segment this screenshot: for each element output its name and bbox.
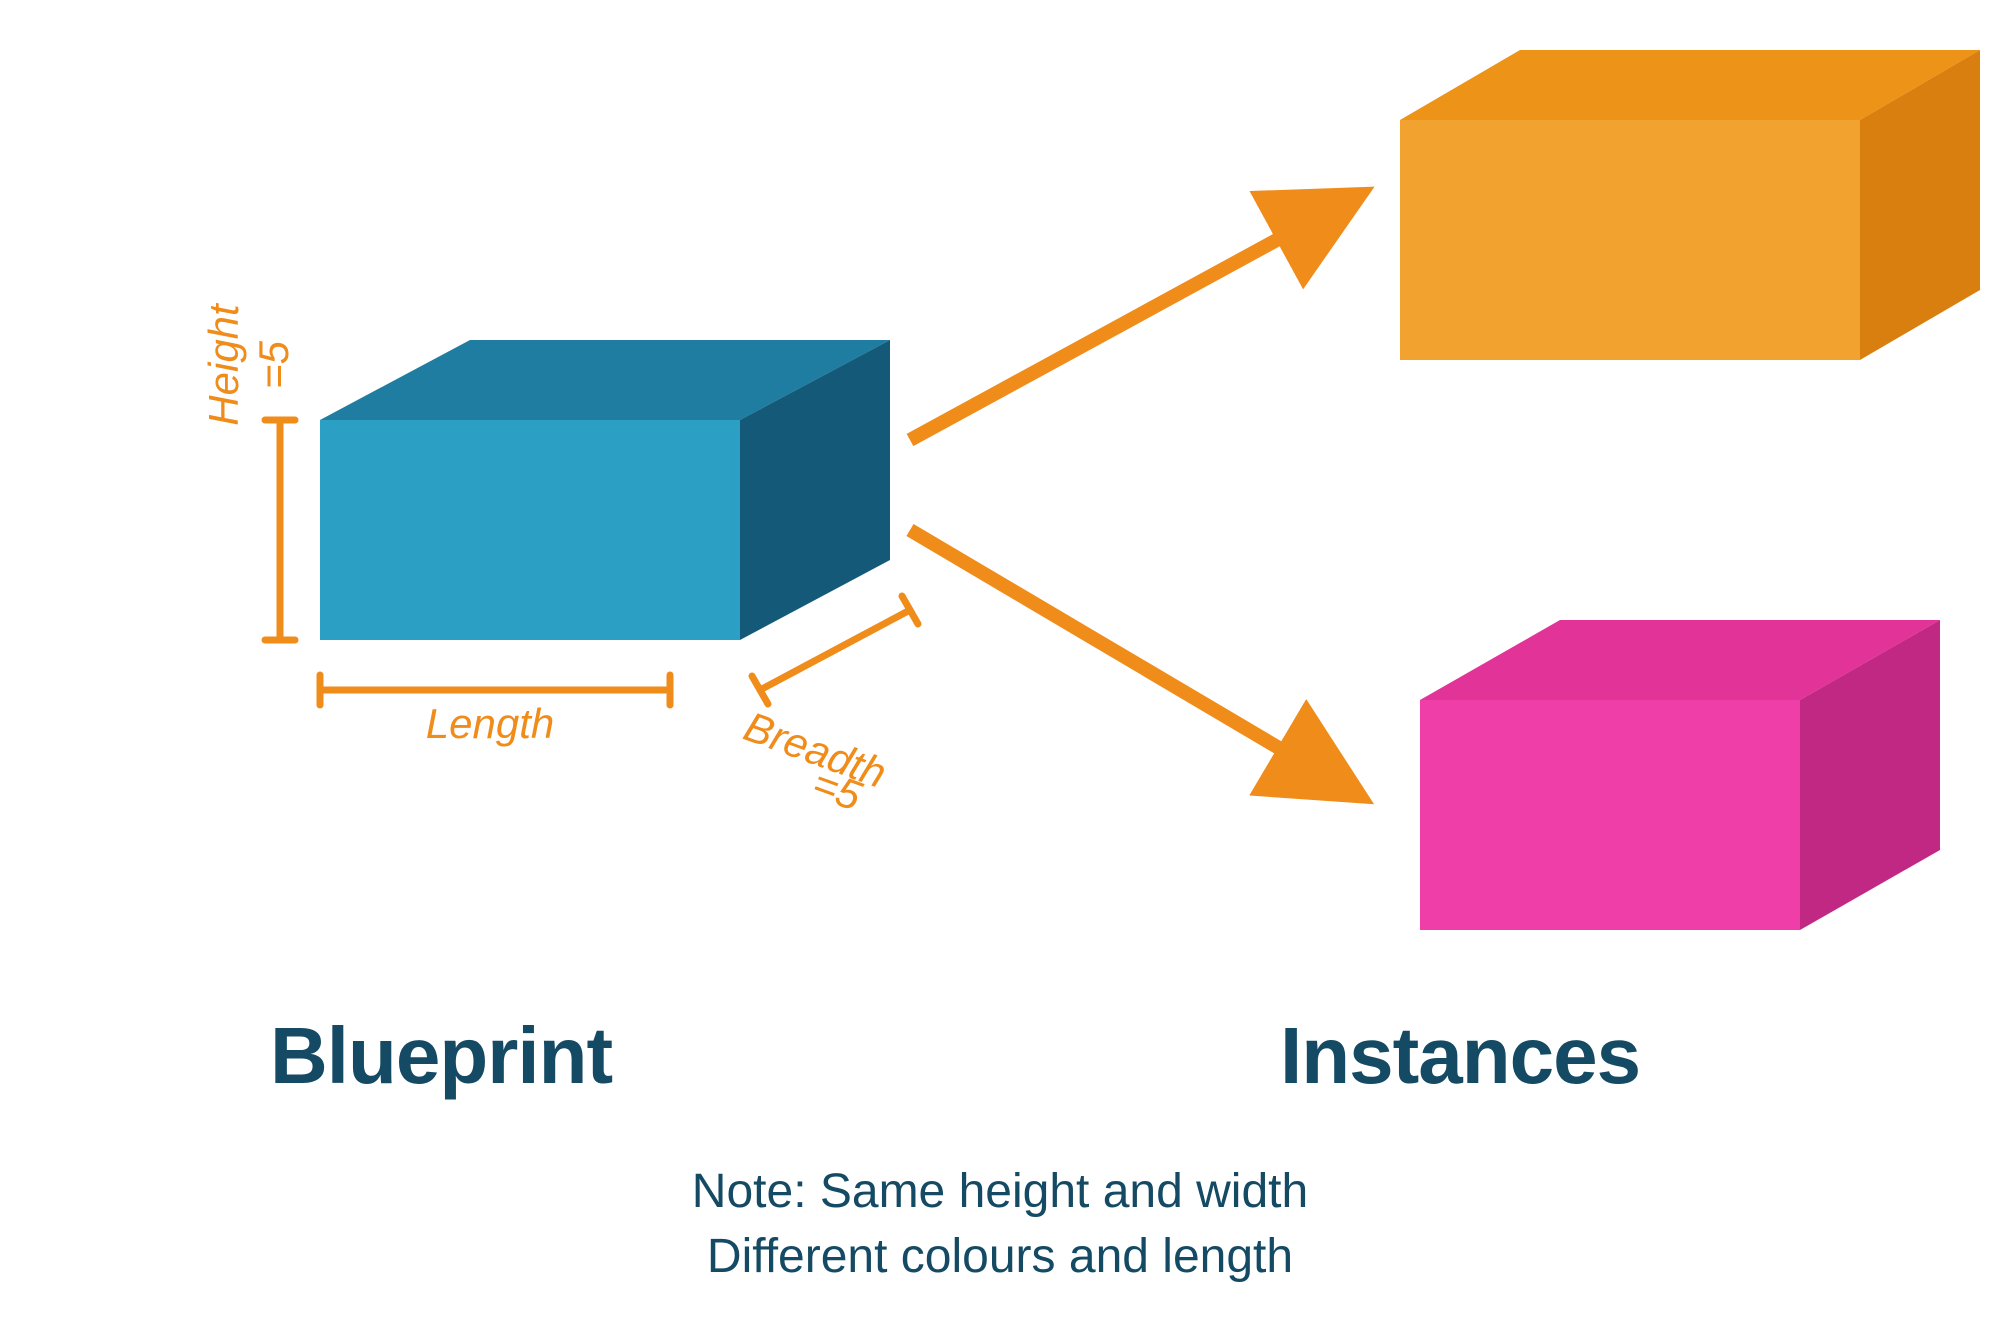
height-value: =5 [250,265,298,465]
note-line-1: Note: Same height and width [0,1160,2000,1225]
arrow-to-instance-1 [910,200,1350,440]
height-label: Height [200,265,248,465]
instance-cube-pink [1420,620,1940,930]
note-line-2: Different colours and length [0,1225,2000,1290]
instances-heading: Instances [1280,1010,1640,1102]
note-text: Note: Same height and width Different co… [0,1160,2000,1290]
blueprint-cube [320,340,890,640]
diagram-canvas [0,0,2000,1344]
arrow-to-instance-2 [910,530,1350,790]
instance-cube-orange [1400,50,1980,360]
blueprint-heading: Blueprint [270,1010,612,1102]
length-label: Length [380,700,600,748]
